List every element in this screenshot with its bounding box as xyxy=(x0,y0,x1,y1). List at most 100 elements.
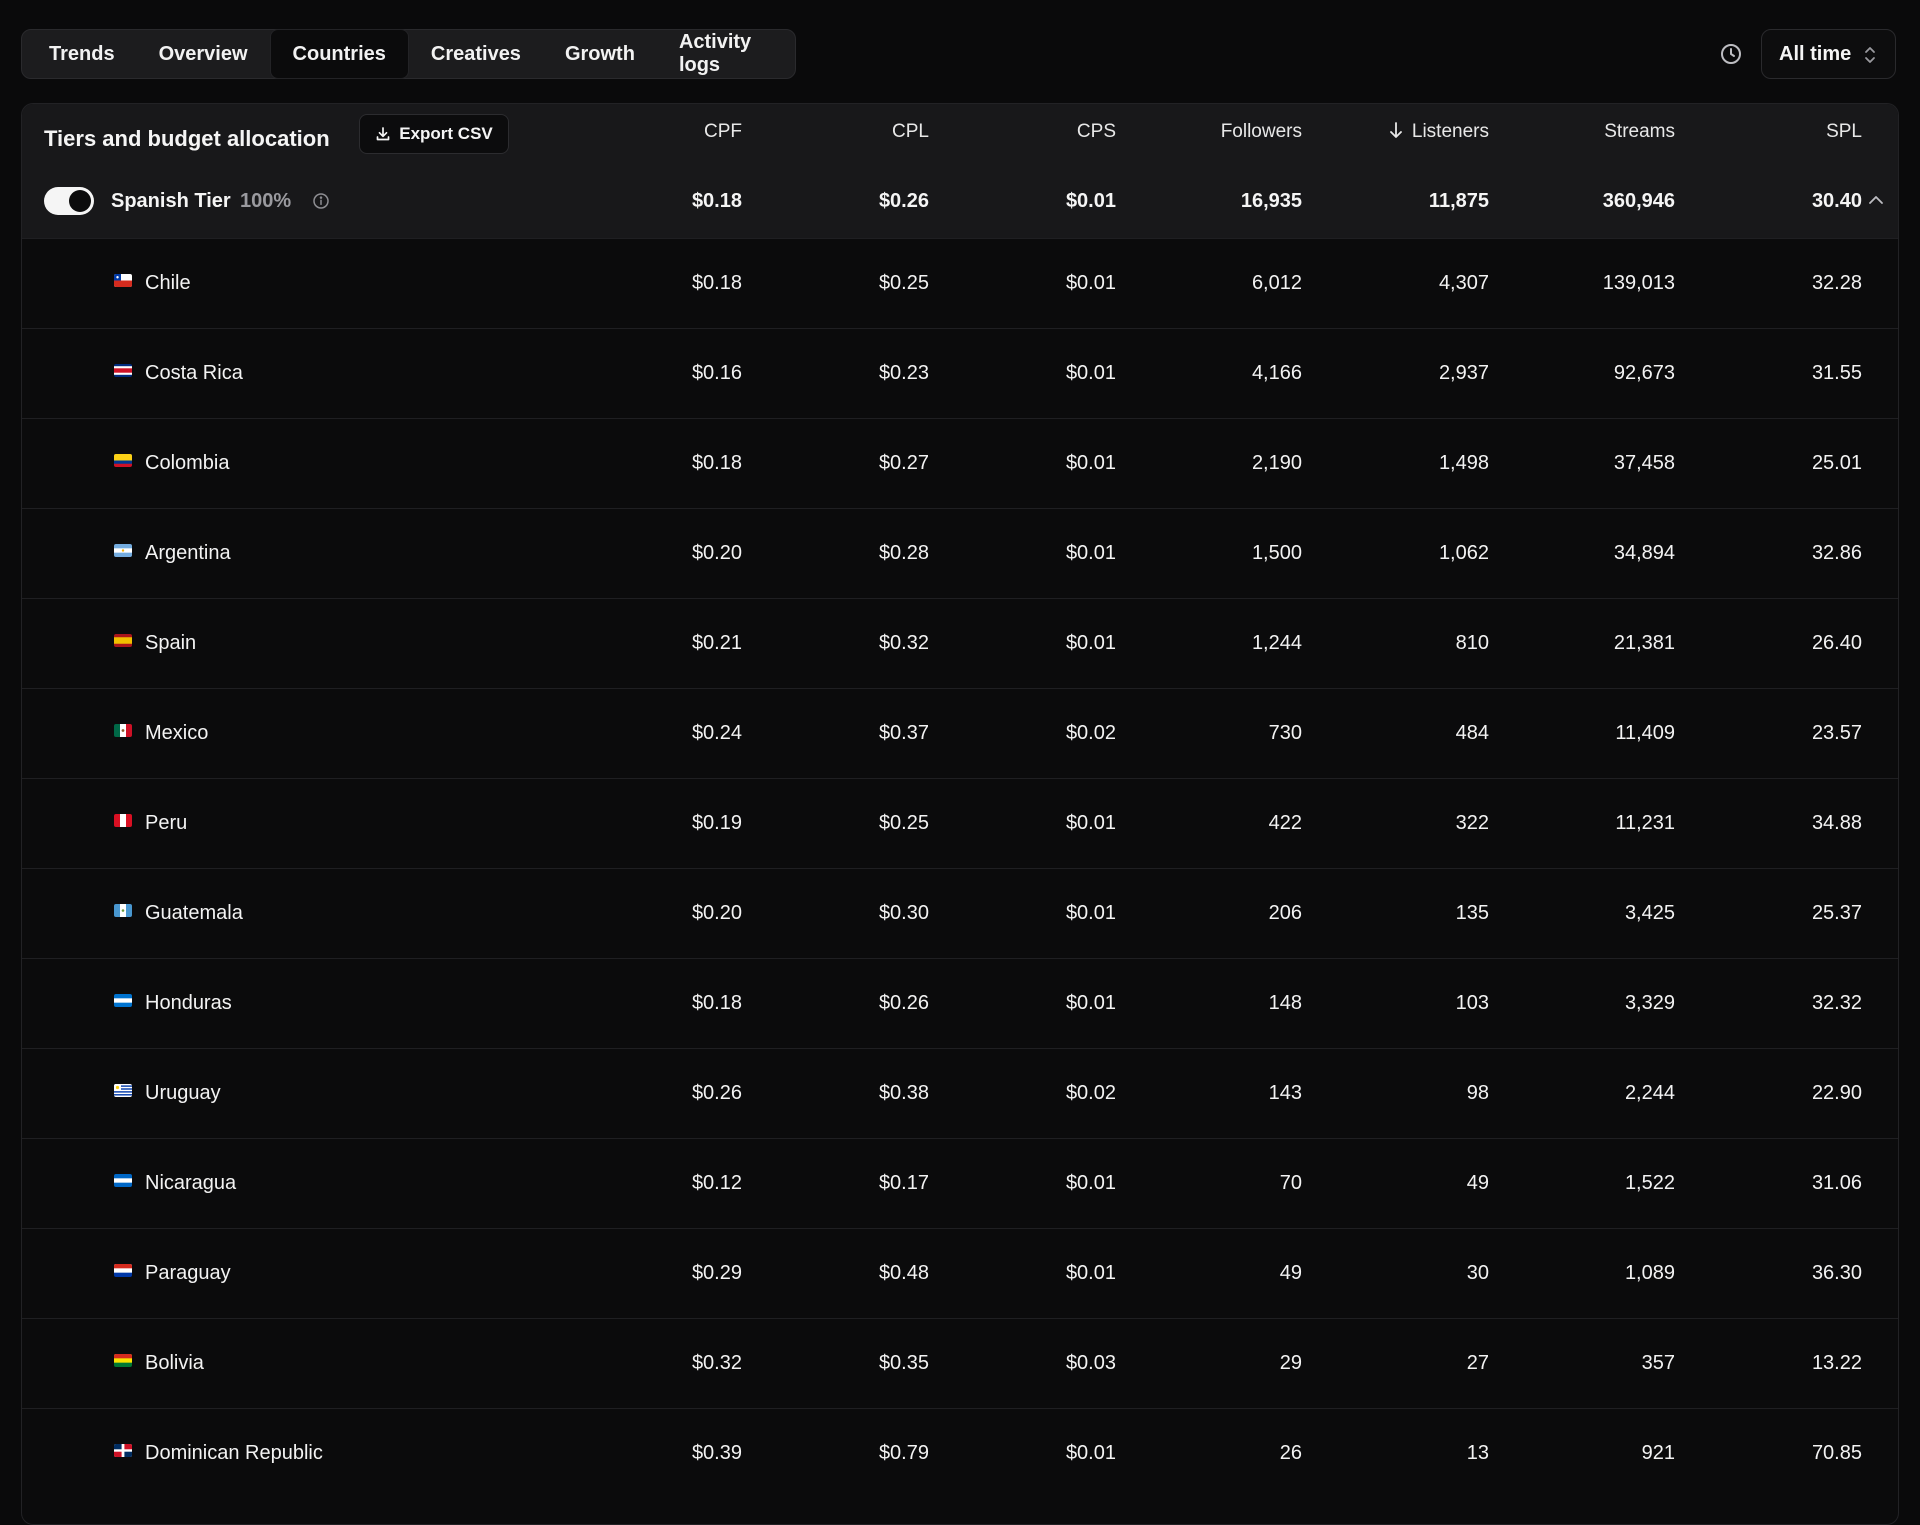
tab-overview[interactable]: Overview xyxy=(137,30,270,78)
tab-growth[interactable]: Growth xyxy=(543,30,657,78)
column-header-cpl[interactable]: CPL xyxy=(892,118,929,146)
cell-followers: 4,166 xyxy=(1251,362,1302,384)
cell-spl: 22.90 xyxy=(1811,1082,1862,1104)
cell-listeners: 2,937 xyxy=(1438,362,1489,384)
tab-countries[interactable]: Countries xyxy=(269,29,409,79)
country-name: Paraguay xyxy=(145,1262,231,1284)
cell-streams: 37,458 xyxy=(1613,452,1675,474)
cell-spl: 25.01 xyxy=(1811,452,1862,474)
cell-followers: 2,190 xyxy=(1251,452,1302,474)
flag-guatemala-icon xyxy=(114,904,132,917)
cell-streams: 2,244 xyxy=(1624,1082,1675,1104)
tier-cpl: $0.26 xyxy=(878,190,929,212)
table-row[interactable]: Honduras $0.18 $0.26 $0.01 148 103 3,329 32.32 xyxy=(22,958,1898,1048)
cell-spl: 26.40 xyxy=(1811,632,1862,654)
table-row[interactable]: Dominican Republic $0.39 $0.79 $0.01 26 13 921… xyxy=(22,1408,1898,1498)
cell-cps: $0.01 xyxy=(1065,452,1116,474)
tab-trends[interactable]: Trends xyxy=(27,30,137,78)
column-header-followers[interactable]: Followers xyxy=(1221,118,1302,146)
cell-cps: $0.01 xyxy=(1065,1172,1116,1194)
tab-creatives[interactable]: Creatives xyxy=(409,30,543,78)
table-row[interactable]: Guatemala $0.20 $0.30 $0.01 206 135 3,425 25.37 xyxy=(22,868,1898,958)
flag-mexico-icon xyxy=(114,724,132,737)
cell-listeners: 49 xyxy=(1466,1172,1489,1194)
column-header-cpf[interactable]: CPF xyxy=(704,118,742,146)
cell-cpl: $0.48 xyxy=(878,1262,929,1284)
cell-cps: $0.01 xyxy=(1065,632,1116,654)
clock-icon[interactable] xyxy=(1719,42,1743,66)
cell-cps: $0.01 xyxy=(1065,542,1116,564)
cell-cpl: $0.37 xyxy=(878,722,929,744)
chevron-up-icon[interactable] xyxy=(1867,193,1885,207)
table-row[interactable]: Paraguay $0.29 $0.48 $0.01 49 30 1,089 36.30 xyxy=(22,1228,1898,1318)
table-row[interactable]: Colombia $0.18 $0.27 $0.01 2,190 1,498 37,458 2… xyxy=(22,418,1898,508)
tier-toggle[interactable] xyxy=(44,187,94,215)
arrow-down-icon xyxy=(1389,122,1402,138)
table-row[interactable]: Bolivia $0.32 $0.35 $0.03 29 27 357 13.22 xyxy=(22,1318,1898,1408)
country-name: Mexico xyxy=(145,722,209,744)
tier-cpf: $0.18 xyxy=(691,190,742,212)
cell-followers: 148 xyxy=(1268,992,1302,1014)
cell-cpf: $0.21 xyxy=(691,632,742,654)
country-name: Guatemala xyxy=(145,902,243,924)
country-name: Colombia xyxy=(145,452,230,474)
cell-cpl: $0.26 xyxy=(878,992,929,1014)
country-name: Costa Rica xyxy=(145,362,243,384)
cell-spl: 25.37 xyxy=(1811,902,1862,924)
cell-streams: 1,522 xyxy=(1624,1172,1675,1194)
cell-cpl: $0.35 xyxy=(878,1352,929,1374)
cell-followers: 1,500 xyxy=(1251,542,1302,564)
table-row[interactable]: Uruguay $0.26 $0.38 $0.02 143 98 2,244 22.90 xyxy=(22,1048,1898,1138)
cell-spl: 32.28 xyxy=(1811,272,1862,294)
cell-cpf: $0.32 xyxy=(691,1352,742,1374)
cell-spl: 34.88 xyxy=(1811,812,1862,834)
cell-cps: $0.02 xyxy=(1065,1082,1116,1104)
country-name: Nicaragua xyxy=(145,1172,237,1194)
table-row[interactable]: Chile $0.18 $0.25 $0.01 6,012 4,307 139,013 32.… xyxy=(22,238,1898,328)
cell-listeners: 27 xyxy=(1466,1352,1489,1374)
table-row[interactable]: Mexico $0.24 $0.37 $0.02 730 484 11,409 23.57 xyxy=(22,688,1898,778)
cell-followers: 6,012 xyxy=(1251,272,1302,294)
flag-nicaragua-icon xyxy=(114,1174,132,1187)
cell-followers: 26 xyxy=(1279,1442,1302,1464)
cell-listeners: 30 xyxy=(1466,1262,1489,1284)
cell-cpl: $0.79 xyxy=(878,1442,929,1464)
country-name: Bolivia xyxy=(145,1352,204,1374)
flag-uruguay-icon xyxy=(114,1084,132,1097)
cell-cpf: $0.26 xyxy=(691,1082,742,1104)
table-header: Tiers and budget allocation Export CSV C… xyxy=(22,104,1898,238)
country-name: Argentina xyxy=(145,542,231,564)
table-row[interactable]: Spain $0.21 $0.32 $0.01 1,244 810 21,381 26.40 xyxy=(22,598,1898,688)
column-header-cps[interactable]: CPS xyxy=(1077,118,1116,146)
cell-listeners: 103 xyxy=(1455,992,1489,1014)
tab-bar: Trends Overview Countries Creatives Grow… xyxy=(21,29,796,79)
export-csv-button[interactable]: Export CSV xyxy=(359,114,509,154)
cell-followers: 29 xyxy=(1279,1352,1302,1374)
cell-followers: 422 xyxy=(1268,812,1302,834)
download-icon xyxy=(376,127,390,141)
cell-streams: 34,894 xyxy=(1613,542,1675,564)
column-header-listeners[interactable]: Listeners xyxy=(1388,118,1489,146)
flag-argentina-icon xyxy=(114,544,132,557)
info-icon[interactable] xyxy=(312,192,330,210)
cell-cps: $0.02 xyxy=(1065,722,1116,744)
time-range-value: All time xyxy=(1779,42,1852,65)
tier-streams: 360,946 xyxy=(1602,190,1675,212)
country-name: Chile xyxy=(145,272,191,294)
listeners-header-label: Listeners xyxy=(1411,121,1489,142)
cell-followers: 1,244 xyxy=(1251,632,1302,654)
column-header-spl[interactable]: SPL xyxy=(1826,118,1862,146)
table-row[interactable]: Peru $0.19 $0.25 $0.01 422 322 11,231 34.88 xyxy=(22,778,1898,868)
column-header-streams[interactable]: Streams xyxy=(1604,118,1675,146)
time-range-select[interactable]: All time xyxy=(1761,29,1896,79)
table-row[interactable]: Nicaragua $0.12 $0.17 $0.01 70 49 1,522 31.06 xyxy=(22,1138,1898,1228)
cell-cpf: $0.20 xyxy=(691,902,742,924)
tab-activity-logs[interactable]: Activity logs xyxy=(657,30,790,78)
cell-cpf: $0.18 xyxy=(691,992,742,1014)
table-row[interactable]: Argentina $0.20 $0.28 $0.01 1,500 1,062 34,894… xyxy=(22,508,1898,598)
cell-streams: 11,231 xyxy=(1615,812,1675,834)
cell-followers: 70 xyxy=(1279,1172,1302,1194)
cell-streams: 357 xyxy=(1641,1352,1675,1374)
cell-listeners: 13 xyxy=(1466,1442,1489,1464)
table-row[interactable]: Costa Rica $0.16 $0.23 $0.01 4,166 2,937 92,67… xyxy=(22,328,1898,418)
